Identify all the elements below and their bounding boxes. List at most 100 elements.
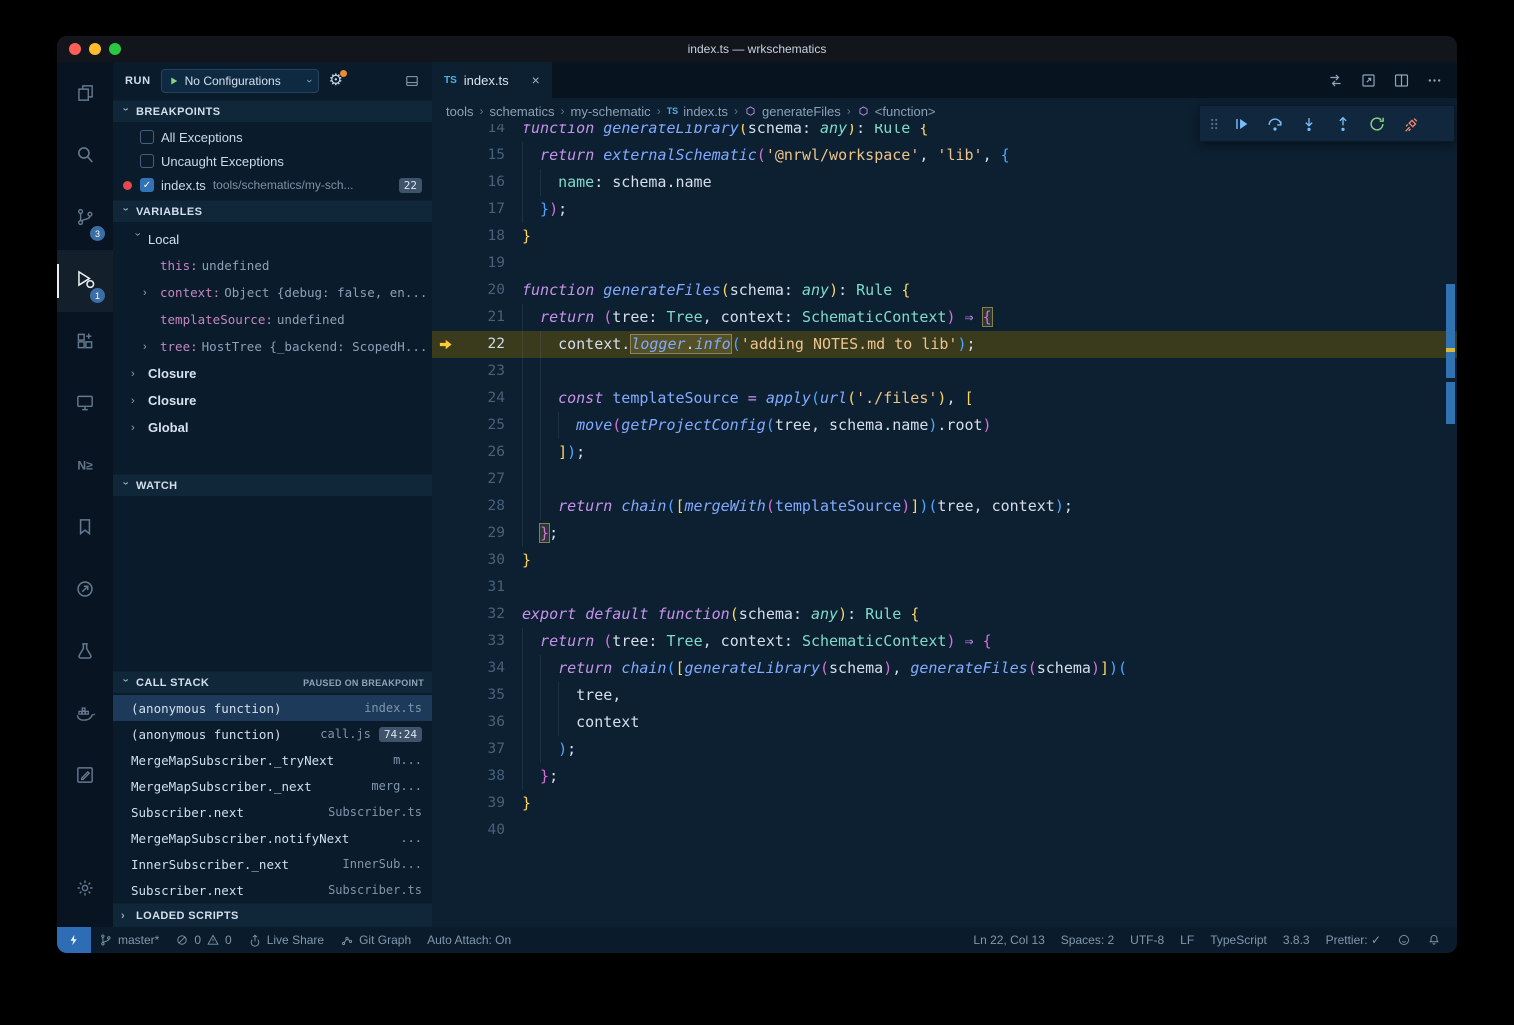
code-line[interactable]: 35tree, xyxy=(432,682,1457,709)
call-stack-frame[interactable]: MergeMapSubscriber._nextmerg... xyxy=(113,773,432,799)
status-indentation[interactable]: Spaces: 2 xyxy=(1053,927,1122,953)
editor-gutter[interactable]: 36 xyxy=(432,709,522,736)
status-live-share[interactable]: Live Share xyxy=(240,927,332,953)
code-line[interactable]: 40 xyxy=(432,817,1457,844)
editor-gutter[interactable]: 19 xyxy=(432,250,522,277)
activity-docker-button[interactable] xyxy=(57,684,113,746)
tab-index-ts[interactable]: TS index.ts × xyxy=(432,62,552,98)
variable-scope-group[interactable]: ›Closure xyxy=(113,360,432,387)
drag-grip-button[interactable] xyxy=(1204,109,1224,139)
call-stack-frame[interactable]: InnerSubscriber._nextInnerSub... xyxy=(113,851,432,877)
breadcrumb-item[interactable]: my-schematic xyxy=(571,104,651,119)
editor-gutter[interactable]: 40 xyxy=(432,817,522,844)
editor-gutter[interactable]: 34 xyxy=(432,655,522,682)
editor-gutter[interactable]: 37 xyxy=(432,736,522,763)
call-stack-frame[interactable]: Subscriber.nextSubscriber.ts xyxy=(113,799,432,825)
status-feedback[interactable] xyxy=(1389,927,1419,953)
editor-gutter[interactable]: 35 xyxy=(432,682,522,709)
variable-scope-group[interactable]: ›Global xyxy=(113,414,432,441)
breadcrumb-item[interactable]: generateFiles xyxy=(744,104,841,119)
status-auto-attach[interactable]: Auto Attach: On xyxy=(419,927,519,953)
editor-gutter[interactable]: 33 xyxy=(432,628,522,655)
code-line[interactable]: 36context xyxy=(432,709,1457,736)
code-line[interactable]: 19 xyxy=(432,250,1457,277)
code-line[interactable]: 31 xyxy=(432,574,1457,601)
editor-gutter[interactable]: 24 xyxy=(432,385,522,412)
editor-gutter[interactable]: 21 xyxy=(432,304,522,331)
activity-snippets-button[interactable] xyxy=(57,746,113,808)
activity-extensions-button[interactable] xyxy=(57,312,113,374)
code-line[interactable]: 22context.logger.info('adding NOTES.md t… xyxy=(432,331,1457,358)
loaded-scripts-section-header[interactable]: › LOADED SCRIPTS xyxy=(113,903,432,927)
variable-scope-group[interactable]: ›Closure xyxy=(113,387,432,414)
step-into-button[interactable] xyxy=(1292,109,1326,139)
code-line[interactable]: 28return chain([mergeWith(templateSource… xyxy=(432,493,1457,520)
breakpoint-item[interactable]: Uncaught Exceptions xyxy=(113,149,432,173)
editor-gutter[interactable]: 25 xyxy=(432,412,522,439)
breadcrumb-item[interactable]: schematics xyxy=(489,104,554,119)
breakpoint-checkbox[interactable]: ✓ xyxy=(140,178,154,192)
status-git-graph[interactable]: Git Graph xyxy=(332,927,419,953)
code-editor[interactable]: 14function generateLibrary(schema: any):… xyxy=(432,124,1457,927)
variable-item[interactable]: ›context: Object {debug: false, en... xyxy=(113,279,432,306)
activity-bookmarks-button[interactable] xyxy=(57,498,113,560)
code-line[interactable]: 15return externalSchematic('@nrwl/worksp… xyxy=(432,142,1457,169)
code-line[interactable]: 20function generateFiles(schema: any): R… xyxy=(432,277,1457,304)
status-prettier[interactable]: Prettier: ✓ xyxy=(1318,927,1389,953)
status-language-mode[interactable]: TypeScript xyxy=(1202,927,1275,953)
code-line[interactable]: 34return chain([generateLibrary(schema),… xyxy=(432,655,1457,682)
code-line[interactable]: 38}; xyxy=(432,763,1457,790)
code-line[interactable]: 27 xyxy=(432,466,1457,493)
editor-gutter[interactable]: 18 xyxy=(432,223,522,250)
code-line[interactable]: 17}); xyxy=(432,196,1457,223)
close-window-button[interactable] xyxy=(69,43,81,55)
status-notifications[interactable] xyxy=(1419,927,1449,953)
status-eol[interactable]: LF xyxy=(1172,927,1202,953)
editor-gutter[interactable]: 38 xyxy=(432,763,522,790)
step-over-button[interactable] xyxy=(1258,109,1292,139)
activity-nx-console-button[interactable]: N≥ xyxy=(57,436,113,498)
code-line[interactable]: 18} xyxy=(432,223,1457,250)
editor-gutter[interactable]: 15 xyxy=(432,142,522,169)
code-line[interactable]: 26]); xyxy=(432,439,1457,466)
activity-search-button[interactable] xyxy=(57,126,113,188)
editor-gutter[interactable]: 26 xyxy=(432,439,522,466)
close-tab-icon[interactable]: × xyxy=(532,72,540,88)
launch-config-dropdown[interactable]: No Configurations › xyxy=(161,69,319,93)
activity-run-debug-button[interactable]: 1 xyxy=(57,250,113,312)
call-stack-frame[interactable]: MergeMapSubscriber._tryNextm... xyxy=(113,747,432,773)
code-line[interactable]: 16name: schema.name xyxy=(432,169,1457,196)
code-line[interactable]: 37); xyxy=(432,736,1457,763)
activity-source-control-button[interactable]: 3 xyxy=(57,188,113,250)
call-stack-section-header[interactable]: › CALL STACK PAUSED ON BREAKPOINT xyxy=(113,671,432,693)
debug-console-icon[interactable] xyxy=(404,73,420,89)
status-ts-version[interactable]: 3.8.3 xyxy=(1275,927,1318,953)
editor-gutter[interactable]: 23 xyxy=(432,358,522,385)
continue-button[interactable] xyxy=(1224,109,1258,139)
open-changes-button[interactable] xyxy=(1327,72,1344,89)
editor-gutter[interactable]: 30 xyxy=(432,547,522,574)
step-out-button[interactable] xyxy=(1326,109,1360,139)
activity-remote-explorer-button[interactable] xyxy=(57,374,113,436)
code-line[interactable]: 39} xyxy=(432,790,1457,817)
breadcrumb-item[interactable]: TSindex.ts xyxy=(667,104,728,119)
variables-section-header[interactable]: › VARIABLES xyxy=(113,200,432,222)
more-actions-button[interactable] xyxy=(1426,72,1443,89)
breadcrumb-item[interactable]: tools xyxy=(446,104,473,119)
editor-gutter[interactable]: 14 xyxy=(432,124,522,142)
split-editor-button[interactable] xyxy=(1393,72,1410,89)
configure-launch-gear-icon[interactable]: ⚙ xyxy=(329,73,343,89)
editor-gutter[interactable]: 29 xyxy=(432,520,522,547)
call-stack-frame[interactable]: (anonymous function)call.js74:24 xyxy=(113,721,432,747)
variable-item[interactable]: ›tree: HostTree {_backend: ScopedH... xyxy=(113,333,432,360)
editor-gutter[interactable]: 28 xyxy=(432,493,522,520)
editor-gutter[interactable]: 17 xyxy=(432,196,522,223)
activity-settings-button[interactable] xyxy=(57,859,113,921)
minimize-window-button[interactable] xyxy=(89,43,101,55)
breakpoint-item[interactable]: ✓index.tstools/schematics/my-sch...22 xyxy=(113,173,432,197)
restart-button[interactable] xyxy=(1360,109,1394,139)
code-line[interactable]: 23 xyxy=(432,358,1457,385)
watch-section-header[interactable]: › WATCH xyxy=(113,474,432,496)
editor-gutter[interactable]: 27 xyxy=(432,466,522,493)
code-line[interactable]: 21return (tree: Tree, context: Schematic… xyxy=(432,304,1457,331)
